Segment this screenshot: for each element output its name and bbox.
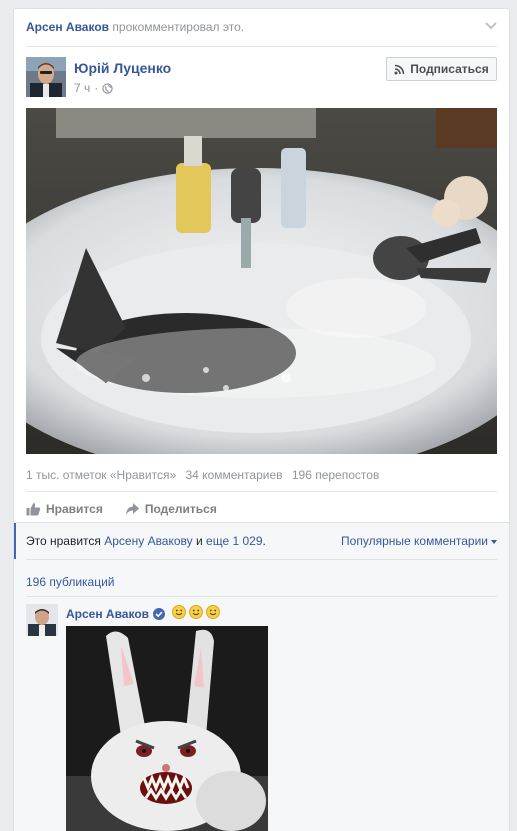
like-count[interactable]: 1 тыс. отметок «Нравится»: [26, 468, 176, 482]
likes-period: .: [262, 534, 266, 548]
publications-link[interactable]: 196 публикаций: [26, 575, 115, 589]
globe-icon[interactable]: [102, 82, 113, 94]
post-photo[interactable]: [26, 108, 497, 454]
action-bar: Нравится Поделиться: [26, 499, 217, 519]
story-actor-link[interactable]: Арсен Аваков: [26, 20, 109, 34]
comments-divider: [26, 596, 497, 597]
likes-conj: и: [196, 534, 203, 548]
post-stats: 1 тыс. отметок «Нравится» 34 комментарие…: [26, 468, 385, 482]
smiley-icon: [189, 605, 204, 619]
likes-summary: Это нравится Арсену Авакову и еще 1 029.: [26, 534, 266, 548]
like-icon: [26, 503, 41, 516]
meta-separator: ·: [94, 81, 99, 95]
share-count[interactable]: 196 перепостов: [292, 468, 379, 482]
comment-sort-label: Популярные комментарии: [341, 534, 488, 548]
comment-count[interactable]: 34 комментариев: [186, 468, 283, 482]
like-button[interactable]: Нравится: [26, 499, 103, 519]
share-label: Поделиться: [144, 502, 217, 516]
like-label: Нравится: [46, 502, 103, 516]
post-meta: 7 ч ·: [74, 81, 113, 95]
post-author-name[interactable]: Юрій Луценко: [74, 59, 171, 77]
liker-link[interactable]: Арсену Авакову: [104, 534, 192, 548]
rss-icon: [394, 64, 405, 74]
comment-emoji-group: [169, 605, 221, 622]
post-timestamp[interactable]: 7 ч: [74, 81, 90, 95]
subscribe-label: Подписаться: [410, 62, 489, 76]
post-card: Арсен Аваков прокомментировал это. Юрій …: [13, 8, 510, 831]
stats-divider: [26, 491, 497, 492]
header-divider: [26, 46, 497, 47]
story-action-text: прокомментировал это.: [112, 20, 245, 34]
author-avatar[interactable]: [26, 57, 66, 97]
caret-down-icon: [491, 539, 497, 544]
share-button[interactable]: Поделиться: [125, 499, 217, 519]
smiley-icon: [206, 605, 221, 619]
likes-prefix: Это нравится: [26, 534, 101, 548]
comment-author-name[interactable]: Арсен Аваков: [66, 607, 149, 621]
publications-divider: [26, 559, 497, 560]
likes-summary-row: Это нравится Арсену Авакову и еще 1 029.…: [14, 523, 509, 559]
chevron-down-icon[interactable]: [485, 21, 497, 31]
comment-author-row: Арсен Аваков: [66, 605, 221, 622]
smiley-icon: [172, 605, 187, 619]
commenter-avatar[interactable]: [26, 604, 58, 636]
share-icon: [125, 503, 139, 515]
others-link[interactable]: еще 1 029: [206, 534, 262, 548]
verified-icon: [153, 607, 166, 620]
comment-photo[interactable]: [66, 626, 268, 831]
story-header: Арсен Аваков прокомментировал это.: [26, 19, 497, 37]
subscribe-button[interactable]: Подписаться: [386, 57, 497, 81]
comments-section: Это нравится Арсену Авакову и еще 1 029.…: [14, 522, 509, 831]
comment-sort-dropdown[interactable]: Популярные комментарии: [341, 534, 497, 548]
